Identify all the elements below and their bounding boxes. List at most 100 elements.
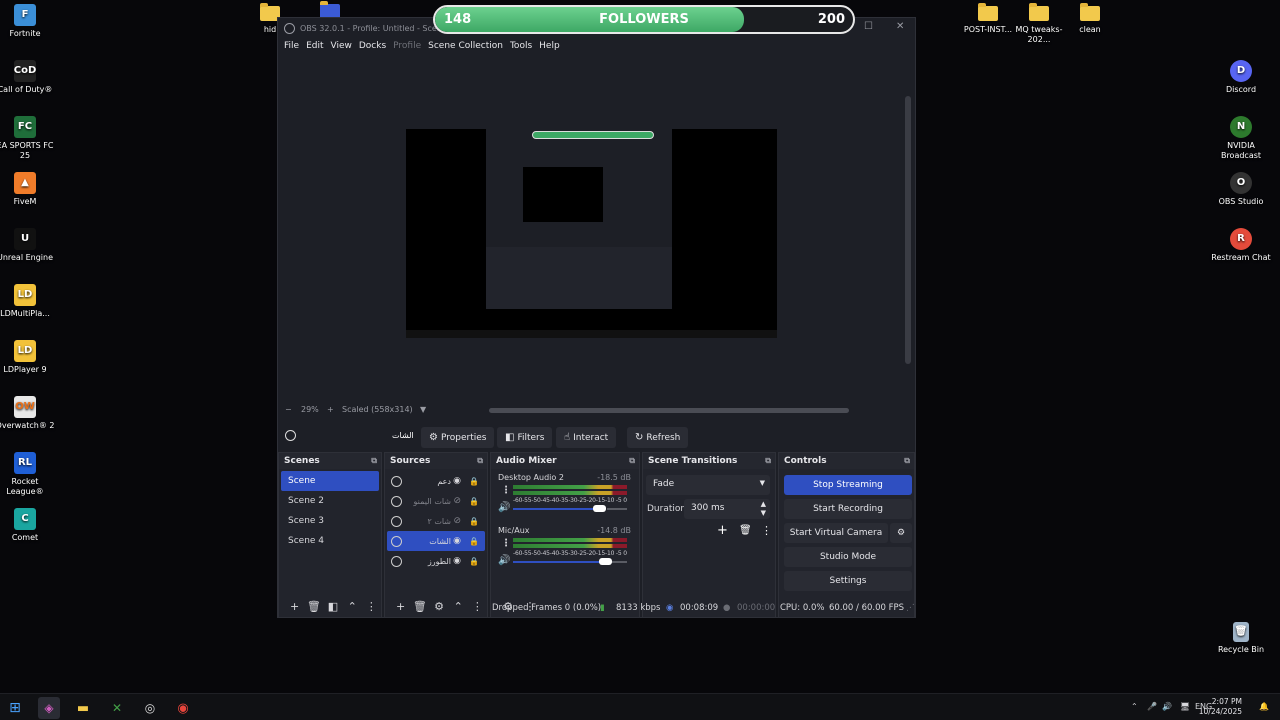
- studio-mode-button[interactable]: Studio Mode: [784, 547, 912, 567]
- obs-taskbar-icon[interactable]: ◎: [139, 697, 161, 719]
- undock-icon[interactable]: ⧉: [477, 456, 483, 466]
- microphone-icon[interactable]: 🎤: [1147, 702, 1157, 711]
- desktop-icon[interactable]: O OBS Studio: [1210, 172, 1272, 207]
- notification-icon[interactable]: 🔔: [1259, 702, 1269, 711]
- zoom-in-button[interactable]: +: [327, 405, 334, 414]
- lock-icon[interactable]: 🔒: [469, 537, 479, 546]
- properties-button[interactable]: ⚙ Properties: [421, 427, 495, 448]
- scene-item[interactable]: Scene 2: [281, 491, 379, 511]
- transition-select[interactable]: Fade ▼: [646, 475, 770, 495]
- menu-edit[interactable]: Edit: [305, 39, 329, 55]
- eye-slash-icon[interactable]: ⊘: [453, 516, 461, 526]
- desktop-icon[interactable]: F Fortnite: [0, 4, 56, 39]
- lock-icon[interactable]: 🔒: [469, 517, 479, 526]
- desktop-icon[interactable]: U Unreal Engine: [0, 228, 56, 263]
- volume-slider[interactable]: [513, 561, 628, 563]
- eye-icon[interactable]: ◉: [453, 536, 461, 546]
- vertical-scrollbar[interactable]: [905, 96, 911, 364]
- xbox-app-icon[interactable]: ✕: [106, 697, 128, 719]
- folder-icon: [1029, 3, 1049, 21]
- chevron-down-icon: ▼: [759, 479, 765, 487]
- volume-slider-handle[interactable]: [599, 558, 613, 565]
- horizontal-scrollbar[interactable]: [489, 408, 849, 413]
- source-item[interactable]: شات ٢ ⊘ 🔒: [387, 511, 485, 531]
- volume-slider-handle[interactable]: [593, 505, 607, 512]
- source-name: شات اليمنو: [413, 496, 451, 506]
- stream-icon: ◉: [666, 603, 674, 613]
- stop-streaming-button[interactable]: Stop Streaming: [784, 475, 912, 495]
- virtual-camera-settings-button[interactable]: ⚙: [890, 523, 912, 543]
- source-item[interactable]: شات اليمنو ⊘ 🔒: [387, 491, 485, 511]
- desktop-icon[interactable]: ▲ FiveM: [0, 172, 56, 207]
- desktop-icon[interactable]: RL Rocket League®: [0, 452, 56, 497]
- stepper-icon[interactable]: ▲ ▼: [761, 500, 766, 518]
- menu-scene-collection[interactable]: Scene Collection: [427, 39, 509, 55]
- clock[interactable]: 2:07 PM 10/24/2025: [1199, 697, 1242, 717]
- speaker-icon[interactable]: 🔊: [498, 502, 510, 513]
- desktop-icon[interactable]: OW Overwatch® 2: [0, 396, 56, 431]
- scene-item[interactable]: Scene: [281, 471, 379, 491]
- start-virtual-camera-button[interactable]: Start Virtual Camera: [784, 523, 888, 543]
- source-item[interactable]: الطورز ◉ 🔒: [387, 551, 485, 571]
- lock-icon[interactable]: 🔒: [469, 497, 479, 506]
- desktop-icon[interactable]: D Discord: [1210, 60, 1272, 95]
- menu-file[interactable]: File: [283, 39, 305, 55]
- eye-icon[interactable]: ◉: [453, 556, 461, 566]
- desktop-icon[interactable]: CoD Call of Duty®: [0, 60, 56, 95]
- undock-icon[interactable]: ⧉: [765, 456, 771, 466]
- menu-tools[interactable]: Tools: [509, 39, 538, 55]
- channel-menu-icon[interactable]: ⋮: [501, 485, 511, 496]
- desktop-folder-clean[interactable]: clean: [1059, 3, 1121, 35]
- channel-menu-icon[interactable]: ⋮: [501, 538, 511, 549]
- transition-more-icon[interactable]: ⋮: [761, 524, 772, 537]
- lock-icon[interactable]: 🔒: [469, 557, 479, 566]
- source-item[interactable]: الشات ◉ 🔒: [387, 531, 485, 551]
- menu-help[interactable]: Help: [538, 39, 566, 55]
- lock-icon[interactable]: 🔒: [469, 477, 479, 486]
- resize-grip-icon[interactable]: ⋰: [906, 603, 915, 613]
- desktop-icon[interactable]: FC EA SPORTS FC 25: [0, 116, 56, 161]
- menu-view[interactable]: View: [330, 39, 358, 55]
- desktop-icon[interactable]: R Restream Chat: [1210, 228, 1272, 263]
- undock-icon[interactable]: ⧉: [629, 456, 635, 466]
- close-button[interactable]: ✕: [896, 21, 904, 32]
- desktop-icon[interactable]: N NVIDIA Broadcast: [1210, 116, 1272, 161]
- scale-dropdown-icon[interactable]: ▼: [420, 405, 426, 414]
- network-icon[interactable]: 🖥: [1180, 702, 1190, 711]
- maximize-button[interactable]: ☐: [864, 21, 873, 32]
- speaker-icon[interactable]: 🔊: [498, 555, 510, 566]
- show-hidden-icons[interactable]: ⌃: [1131, 702, 1138, 711]
- eye-slash-icon[interactable]: ⊘: [453, 496, 461, 506]
- taskbar-app-active[interactable]: ◈: [38, 697, 60, 719]
- speaker-icon[interactable]: 🔊: [1162, 702, 1172, 711]
- file-explorer-icon[interactable]: ▬: [72, 697, 94, 719]
- undock-icon[interactable]: ⧉: [371, 456, 377, 466]
- volume-slider[interactable]: [513, 508, 628, 510]
- scene-item[interactable]: Scene 3: [281, 511, 379, 531]
- scene-item[interactable]: Scene 4: [281, 531, 379, 551]
- start-button[interactable]: ⊞: [4, 697, 26, 719]
- menu-profile[interactable]: Profile: [392, 39, 427, 55]
- filters-button[interactable]: ◧ Filters: [497, 427, 553, 448]
- undock-icon[interactable]: ⧉: [904, 456, 910, 466]
- selected-source-name: الشات: [392, 431, 414, 440]
- menu-docks[interactable]: Docks: [358, 39, 392, 55]
- desktop-icon[interactable]: C Comet: [0, 508, 56, 543]
- interact-button[interactable]: ☝ Interact: [556, 427, 617, 448]
- zoom-out-button[interactable]: −: [285, 405, 292, 414]
- desktop-icon[interactable]: LD LDPlayer 9: [0, 340, 56, 375]
- source-item[interactable]: دعم ◉ 🔒: [387, 471, 485, 491]
- desktop-icon[interactable]: LD LDMultiPla...: [0, 284, 56, 319]
- preview-area[interactable]: [278, 56, 911, 402]
- app-icon: F: [14, 4, 36, 26]
- duration-input[interactable]: 300 ms ▲ ▼: [684, 499, 770, 519]
- start-recording-button[interactable]: Start Recording: [784, 499, 912, 519]
- chrome-icon[interactable]: ◉: [172, 697, 194, 719]
- refresh-button[interactable]: ↻ Refresh: [627, 427, 689, 448]
- remove-transition-icon[interactable]: 🗑: [739, 525, 752, 536]
- preview-canvas[interactable]: [406, 129, 777, 338]
- eye-icon[interactable]: ◉: [453, 476, 461, 486]
- recycle-bin[interactable]: 🗑 Recycle Bin: [1210, 622, 1272, 655]
- settings-button[interactable]: Settings: [784, 571, 912, 591]
- add-transition-icon[interactable]: +: [717, 523, 728, 538]
